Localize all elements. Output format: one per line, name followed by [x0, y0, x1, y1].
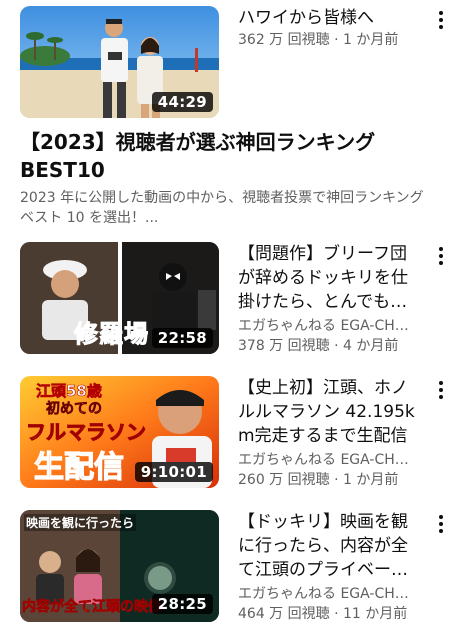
video-duration: 28:25: [151, 594, 213, 614]
video-thumbnail[interactable]: 江頭58歳 初めての フルマラソン 生配信 9:10:01: [20, 376, 219, 488]
thumbnail-caption: 修羅場: [74, 320, 149, 349]
thumbnail-caption-top: 映画を観に行ったら: [24, 514, 137, 531]
video-title[interactable]: 【ドッキリ】映画を観に行ったら、内容が全て江頭のプライベート映像だった: [238, 510, 418, 582]
video-meta: 378 万 回視聴 · 4 か月前: [238, 338, 399, 354]
video-duration: 44:29: [151, 92, 213, 112]
video-meta: 362 万 回視聴 · 1 か月前: [238, 32, 399, 48]
video-channel[interactable]: エガちゃんねる EGA-CHANNEL: [238, 450, 418, 470]
video-thumbnail[interactable]: 映画を観に行ったら 内容が全て江頭の映像 28:25: [20, 510, 219, 622]
video-title[interactable]: ハワイから皆様へ: [238, 6, 418, 30]
more-options-icon[interactable]: [432, 8, 450, 32]
thumbnail-caption-marathon: フルマラソン: [26, 420, 147, 445]
more-options-icon[interactable]: [432, 378, 450, 402]
more-options-icon[interactable]: [432, 512, 450, 536]
thumbnail-caption-live: 生配信: [33, 449, 124, 485]
more-options-icon[interactable]: [432, 244, 450, 268]
video-thumbnail[interactable]: 修羅場 22:58: [20, 242, 219, 354]
video-channel[interactable]: エガちゃんねる EGA-CHANNEL: [238, 316, 418, 336]
video-channel[interactable]: エガちゃんねる EGA-CHANNEL: [238, 584, 418, 604]
thumbnail-caption-bottom: 内容が全て江頭の映像: [22, 599, 163, 616]
thumbnail-caption-first: 初めての: [46, 401, 103, 418]
video-meta: 464 万 回視聴 · 11 か月前: [238, 606, 408, 622]
playlist-title[interactable]: 【2023】視聴者が選ぶ神回ランキング BEST10: [20, 128, 420, 184]
video-thumbnail[interactable]: 44:29: [20, 6, 219, 118]
playlist-description: 2023 年に公開した動画の中から、視聴者投票で神回ランキング ベスト 10 を…: [20, 190, 424, 226]
video-title[interactable]: 【史上初】江頭、ホノルルマラソン 42.195km完走するまで生配信: [238, 376, 418, 448]
video-duration: 22:58: [151, 328, 213, 348]
video-duration: 9:10:01: [134, 462, 213, 482]
video-title[interactable]: 【問題作】ブリーフ団が辞めるドッキリを仕掛けたら、とんでもないことに…: [238, 242, 418, 314]
video-meta: 260 万 回視聴 · 1 か月前: [238, 472, 399, 488]
